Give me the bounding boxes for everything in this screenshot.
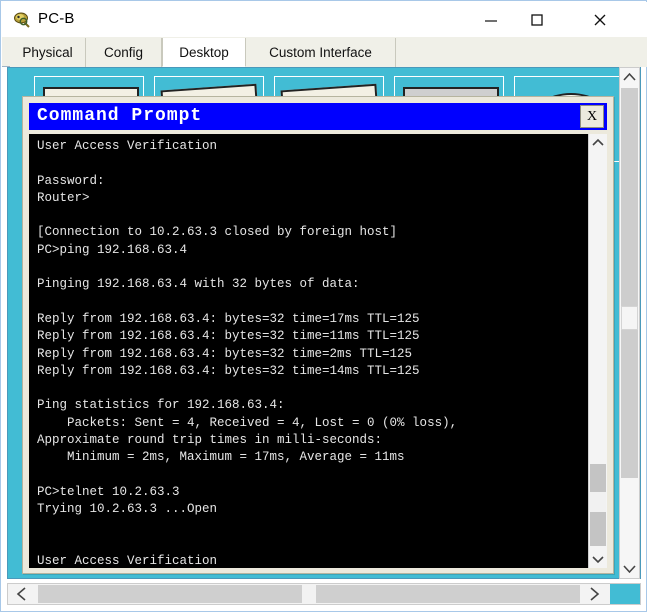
tab-config[interactable]: Config — [86, 38, 162, 67]
vertical-scrollbar-thumb[interactable] — [621, 88, 638, 478]
tab-desktop[interactable]: Desktop — [162, 38, 246, 67]
scrollbar-corner — [610, 584, 640, 604]
tab-physical[interactable]: Physical — [10, 38, 86, 67]
terminal-scroll-down-icon[interactable] — [589, 550, 607, 568]
command-prompt-close-button[interactable]: X — [580, 105, 604, 128]
command-prompt-window: Command Prompt X User Access Verificatio… — [22, 96, 614, 574]
terminal-scroll-up-icon[interactable] — [589, 134, 607, 152]
scroll-up-icon[interactable] — [620, 68, 639, 88]
command-prompt-titlebar[interactable]: Command Prompt X — [29, 103, 607, 130]
scroll-left-icon[interactable] — [8, 584, 36, 604]
terminal-scrollbar-thumb[interactable] — [590, 464, 606, 546]
close-button[interactable] — [560, 3, 640, 37]
desktop-canvas: Command Prompt X User Access Verificatio… — [7, 67, 641, 579]
scroll-down-icon[interactable] — [620, 558, 639, 578]
packet-tracer-device-icon — [12, 10, 32, 30]
vertical-scrollbar-grip — [621, 306, 638, 330]
window-title: PC-B — [38, 10, 75, 27]
terminal-output-area[interactable]: User Access Verification Password: Route… — [29, 134, 607, 568]
terminal-scrollbar-grip — [590, 492, 606, 512]
terminal-text: User Access Verification Password: Route… — [37, 139, 458, 568]
minimize-button[interactable] — [468, 3, 514, 37]
command-prompt-title: Command Prompt — [37, 106, 203, 126]
horizontal-scrollbar-track[interactable] — [38, 585, 588, 603]
pc-b-window: PC-B Physical Config Desktop Custom Inte… — [0, 0, 647, 612]
horizontal-scrollbar-thumb[interactable] — [302, 585, 316, 603]
desktop-horizontal-scrollbar[interactable] — [7, 583, 641, 605]
terminal-vertical-scrollbar[interactable] — [588, 134, 607, 568]
tab-strip-filler — [396, 38, 647, 67]
maximize-button[interactable] — [514, 3, 560, 37]
tab-strip: Physical Config Desktop Custom Interface — [2, 37, 647, 67]
tab-custom-interface[interactable]: Custom Interface — [246, 38, 396, 67]
window-titlebar: PC-B — [2, 2, 647, 37]
scroll-right-icon[interactable] — [580, 584, 608, 604]
desktop-vertical-scrollbar[interactable] — [619, 67, 640, 579]
